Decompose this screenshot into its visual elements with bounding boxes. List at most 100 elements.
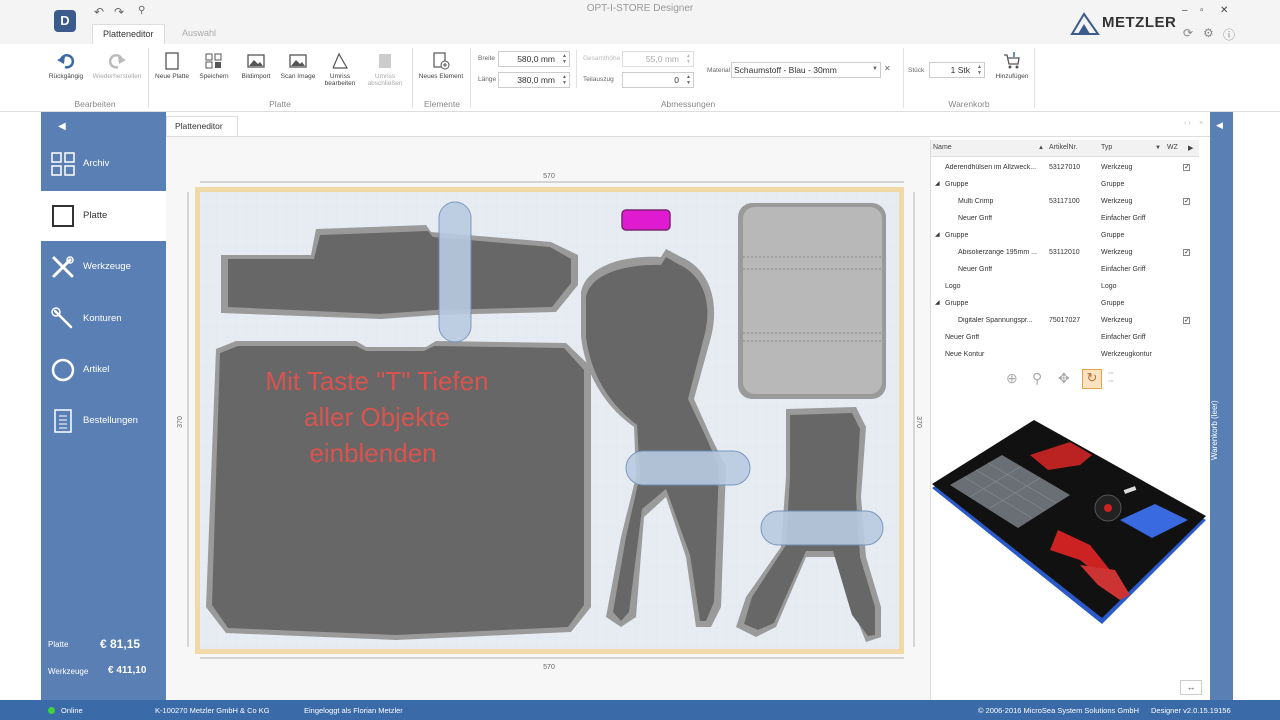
tree-row[interactable]: Logo Logo: [931, 279, 1199, 296]
image-import-button[interactable]: Bildimport: [236, 52, 276, 80]
plate-3d-preview[interactable]: [930, 420, 1208, 630]
clear-icon[interactable]: ✕: [884, 64, 891, 73]
sidebar-item-label: Konturen: [83, 313, 122, 324]
tree-row-typ: Gruppe: [1101, 232, 1125, 239]
sidebar-item-archiv[interactable]: Archiv: [41, 139, 166, 189]
tree-row[interactable]: Multi Crimp 53117100 Werkzeug ✓: [931, 194, 1199, 211]
maximize-icon[interactable]: ▫: [1200, 5, 1204, 16]
sidebar-item-werkzeuge[interactable]: Werkzeuge: [41, 242, 166, 292]
tree-row-typ: Logo: [1101, 283, 1117, 290]
expand-icon[interactable]: ◢: [935, 231, 940, 238]
document-tab-platteneditor[interactable]: Platteneditor: [166, 116, 238, 136]
magnifier-icon[interactable]: ⚲: [1032, 370, 1042, 387]
filter-icon[interactable]: ▼: [1155, 145, 1161, 151]
collapse-sidebar-icon[interactable]: ◀: [58, 121, 66, 132]
spinner-icon[interactable]: ▲ ▼: [977, 64, 982, 76]
undo-button[interactable]: Rückgängig: [46, 52, 86, 80]
laenge-field[interactable]: 380,0 mm ▲ ▼: [498, 72, 570, 88]
tree-row[interactable]: Neuer Griff Einfacher Griff: [931, 330, 1199, 347]
add-to-cart-button[interactable]: Hinzufügen: [990, 52, 1034, 80]
outline-close-button[interactable]: Umriss abschließen: [362, 52, 408, 87]
column-header-name[interactable]: Name: [933, 144, 952, 151]
quick-access-icon[interactable]: ⚲: [138, 5, 145, 16]
tree-row[interactable]: Abisolierzange 195mm ... 53112010 Werkzeug…: [931, 245, 1199, 262]
grip-handle[interactable]: [625, 450, 751, 486]
refresh-icon[interactable]: ⟳: [1183, 26, 1193, 40]
expand-horizontal-icon[interactable]: ↔: [1180, 680, 1202, 695]
tree-row[interactable]: ◢ Gruppe Gruppe: [931, 228, 1199, 245]
group-label-elemente: Elemente: [424, 99, 460, 109]
breite-field[interactable]: 580,0 mm ▲ ▼: [498, 51, 570, 67]
close-icon[interactable]: ✕: [1220, 5, 1228, 16]
info-icon[interactable]: ⓘ: [1223, 26, 1235, 43]
spinner-icon[interactable]: ▲ ▼: [562, 53, 567, 65]
spinner-icon[interactable]: ▲ ▼: [686, 74, 691, 86]
tree-row[interactable]: ◢ Gruppe Gruppe: [931, 296, 1199, 313]
tree-row-typ: Einfacher Griff: [1101, 266, 1146, 273]
expand-icon[interactable]: ◢: [935, 299, 940, 306]
spinner-icon[interactable]: ▲ ▼: [686, 53, 691, 65]
quick-undo-icon[interactable]: ↶: [94, 5, 104, 19]
scroll-right-icon[interactable]: ▶: [1188, 144, 1193, 152]
grip-handle[interactable]: [760, 510, 884, 546]
tree-row[interactable]: Neuer Griff Einfacher Griff: [931, 262, 1199, 279]
zoom-fit-icon[interactable]: ⊕: [1006, 370, 1018, 387]
column-header-artnr[interactable]: ArtikelNr.: [1049, 144, 1077, 151]
tab-scroll-icon[interactable]: ‹ ›: [1184, 120, 1191, 127]
new-element-button[interactable]: Neues Element: [418, 52, 464, 80]
plate-editor-canvas[interactable]: Mit Taste "T" Tiefen aller Objekte einbl…: [166, 137, 930, 700]
redo-button[interactable]: Wiederherstellen: [90, 52, 144, 80]
outline-edit-button[interactable]: Umriss bearbeiten: [320, 52, 360, 87]
wz-checkbox[interactable]: ✓: [1183, 198, 1190, 205]
logo-element[interactable]: [621, 209, 671, 231]
ribbon-divider: [576, 50, 577, 88]
tree-row-artnr: 53117100: [1049, 198, 1080, 205]
gesamthoehe-field[interactable]: 55,0 mm ▲ ▼: [622, 51, 694, 67]
gear-icon[interactable]: ⚙: [1203, 26, 1214, 40]
arrange-icon[interactable]: ▫▫ ▫▫: [1108, 370, 1113, 386]
app-logo[interactable]: D: [54, 10, 76, 32]
rotate-icon[interactable]: ↻: [1082, 369, 1102, 389]
wz-checkbox[interactable]: ✓: [1183, 317, 1190, 324]
tab-auswahl[interactable]: Auswahl: [172, 24, 226, 44]
tab-close-icon[interactable]: ×: [1199, 120, 1203, 127]
save-grid-icon: [205, 53, 222, 69]
column-header-typ[interactable]: Typ: [1101, 144, 1112, 151]
grip-handle[interactable]: [438, 201, 472, 343]
dimension-label-top: 570: [543, 173, 555, 180]
ribbon-divider: [470, 48, 471, 108]
sidebar-item-bestellungen[interactable]: Bestellungen: [41, 396, 166, 446]
expand-icon[interactable]: ◢: [935, 180, 940, 187]
tree-row[interactable]: Neue Kontur Werkzeugkontur: [931, 347, 1199, 364]
tree-row-typ: Einfacher Griff: [1101, 334, 1146, 341]
tree-row[interactable]: Aderendhülsen im Allzweck... 53127010 Werk…: [931, 160, 1199, 177]
scan-image-button[interactable]: Scan Image: [278, 52, 318, 80]
sidebar-item-platte[interactable]: Platte: [41, 191, 166, 241]
wz-checkbox[interactable]: ✓: [1183, 164, 1190, 171]
status-online: Online: [61, 706, 83, 715]
tool-contour-box[interactable]: [743, 207, 882, 394]
tree-row[interactable]: Digitaler Spannungspr... 75017027 Werkzeug…: [931, 313, 1199, 330]
expand-cart-icon[interactable]: ◀: [1216, 120, 1223, 131]
new-plate-button[interactable]: Neue Platte: [152, 52, 192, 80]
tab-platteneditor[interactable]: Platteneditor: [92, 24, 165, 44]
column-header-wz[interactable]: WZ: [1167, 144, 1178, 151]
wz-checkbox[interactable]: ✓: [1183, 249, 1190, 256]
tree-row[interactable]: ◢ Gruppe Gruppe: [931, 177, 1199, 194]
sort-asc-icon[interactable]: ▲: [1038, 145, 1044, 151]
quick-redo-icon[interactable]: ↷: [114, 5, 124, 19]
teilauszug-field[interactable]: 0 ▲ ▼: [622, 72, 694, 88]
ribbon-divider: [1034, 48, 1035, 108]
minimize-icon[interactable]: –: [1182, 5, 1188, 16]
sidebar-item-konturen[interactable]: Konturen: [41, 294, 166, 344]
tree-row-typ: Gruppe: [1101, 300, 1125, 307]
stueck-field[interactable]: 1 Stk ▲ ▼: [929, 62, 985, 78]
redo-icon: [108, 54, 126, 69]
sidebar-item-artikel[interactable]: Artikel: [41, 345, 166, 395]
move-icon[interactable]: ✥: [1058, 370, 1070, 387]
preview-dial-center: [1104, 504, 1112, 512]
tree-row[interactable]: Neuer Griff Einfacher Griff: [931, 211, 1199, 228]
spinner-icon[interactable]: ▲ ▼: [562, 74, 567, 86]
material-select[interactable]: Schaumstoff - Blau - 30mm ▼: [731, 62, 881, 78]
save-button[interactable]: Speichern: [194, 52, 234, 80]
